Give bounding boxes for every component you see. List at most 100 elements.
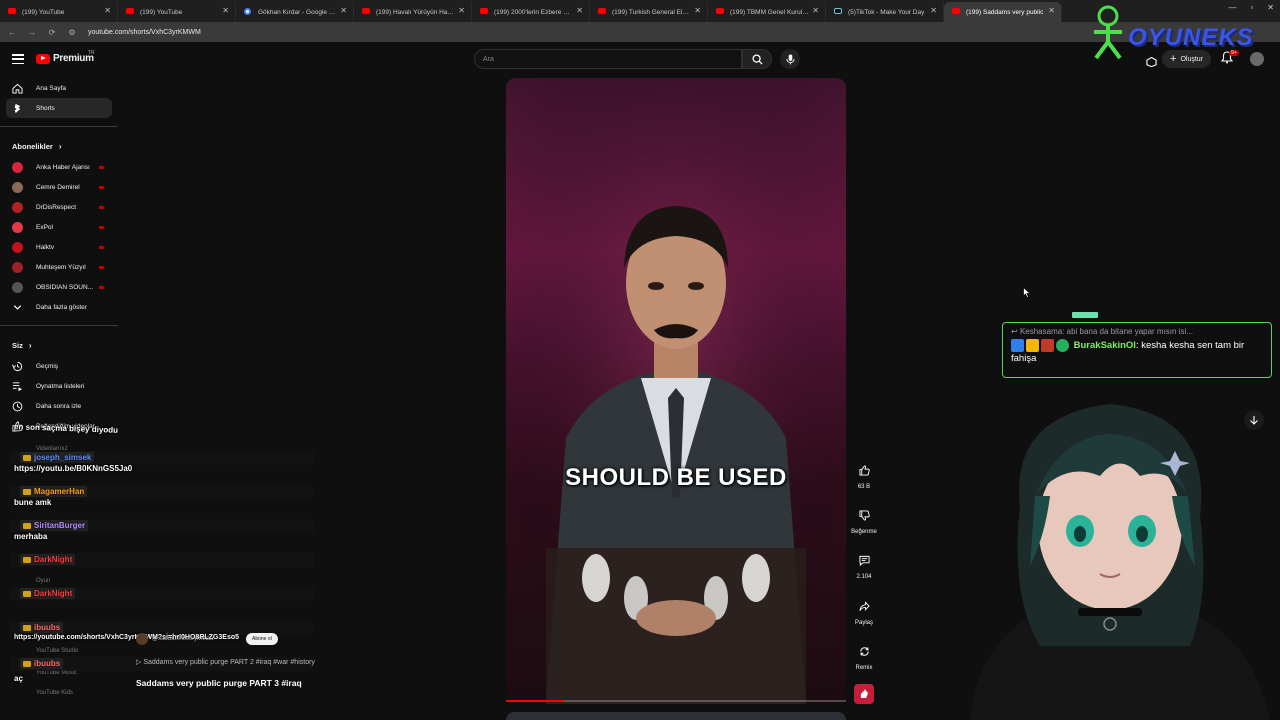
sidebar-item-home[interactable]: Ana Sayfa [0, 78, 118, 98]
chat-badge-icon [23, 489, 31, 495]
youtube-logo[interactable]: Premium TR [36, 50, 95, 64]
show-more-button[interactable]: Daha fazla göster [0, 297, 118, 317]
yt-favicon-icon [952, 8, 960, 14]
browser-tab[interactable]: (199) 2000'lerin Ezbere Bilinen ✕ [472, 2, 590, 22]
sidebar-item-history[interactable]: Geçmiş [0, 356, 118, 376]
back-icon[interactable]: ← [4, 24, 20, 40]
chevron-down-icon [13, 305, 22, 310]
share-button[interactable]: Paylaş [850, 595, 878, 626]
chat-message: https://youtu.be/B0KNnGS5Ja0 [14, 464, 133, 473]
watermark-text: OYUNEKS [1128, 24, 1254, 51]
chat-badge-icon [23, 661, 31, 667]
close-tab-icon[interactable]: ✕ [222, 6, 229, 15]
stream-chat-highlight: ↩ Keshasama: abi bana da bitane yapar mı… [1002, 322, 1272, 378]
subscription-item[interactable]: ExPol [0, 217, 118, 237]
chat-username-text: DarkNight [34, 589, 73, 598]
sidebar-item-playlist[interactable]: Oynatma listeleri [0, 376, 118, 396]
related-short-link[interactable]: ▷ Saddams very public purge PART 2 #iraq… [136, 658, 315, 666]
reload-icon[interactable]: ⟳ [44, 24, 60, 40]
share-icon [853, 595, 875, 617]
decorative-tag [1072, 312, 1098, 318]
short-title: Saddams very public purge PART 3 #iraq [136, 678, 302, 688]
subscription-item[interactable]: Cemre Demirel [0, 177, 118, 197]
subscription-item[interactable]: Muhteşem Yüzyıl [0, 257, 118, 277]
tab-title: (5)TikTok - Make Your Day [848, 8, 925, 16]
hamburger-menu-icon[interactable] [12, 54, 24, 64]
channel-line[interactable]: @saddamhistorymedia [136, 633, 213, 645]
sidebar-item-label: Oynatma listeleri [36, 382, 85, 390]
search-input[interactable]: Ara [474, 49, 742, 69]
next-short-preview[interactable] [506, 712, 846, 720]
subscribe-button[interactable]: Abone ol [246, 633, 278, 645]
tab-title: (199) Havalı Yürüyün Havalı, Ka [376, 8, 456, 16]
close-tab-icon[interactable]: ✕ [340, 6, 347, 15]
dislike-button[interactable]: Beğenme [850, 504, 878, 535]
shorts-icon [14, 103, 21, 114]
sidebar-ghost-text: YouTube Kids [36, 690, 73, 696]
subscriptions-header[interactable]: Abonelikler › [0, 135, 118, 157]
thumbs-up-icon [853, 459, 875, 481]
subscription-item[interactable]: DrDisRespect [0, 197, 118, 217]
sidebar-item-clock[interactable]: Daha sonra izle [0, 396, 118, 416]
yt-favicon-icon [8, 8, 16, 14]
close-tab-icon[interactable]: ✕ [694, 6, 701, 15]
sidebar-item-shorts[interactable]: Shorts [6, 98, 112, 118]
browser-tab[interactable]: (199) TBMM Genel Kurulu 2024✕ [708, 2, 826, 22]
subscription-item[interactable]: Halktv [0, 237, 118, 257]
subscription-label: Cemre Demirel [36, 183, 80, 191]
vtuber-avatar [970, 404, 1270, 720]
chat-username-text: ibuubs [34, 659, 61, 668]
tab-title: (199) YouTube [140, 8, 183, 16]
close-tab-icon[interactable]: ✕ [458, 6, 465, 15]
browser-tab[interactable]: (199) Turkish General Election ✕ [590, 2, 708, 22]
browser-tab[interactable]: (5)TikTok - Make Your Day ✕ [826, 2, 944, 22]
google-favicon-icon [244, 8, 251, 15]
show-more-label: Daha fazla göster [36, 303, 87, 311]
subscription-item[interactable]: OBSIDIAN SOUN... [0, 277, 118, 297]
subscription-item[interactable]: Anka Haber Ajansı [0, 157, 118, 177]
url-field[interactable]: youtube.com/shorts/VxhC3yrKMWM [88, 29, 201, 36]
live-indicator [99, 266, 104, 269]
comments-button[interactable]: 2.104 [850, 549, 878, 580]
short-video-player[interactable]: SHOULD BE USED [506, 78, 846, 704]
forward-icon[interactable]: → [24, 24, 40, 40]
you-header[interactable]: Siz › [0, 334, 118, 356]
browser-tab[interactable]: Gökhan Kırdar - Google Search✕ [236, 2, 354, 22]
channel-avatar [12, 262, 23, 273]
tab-title: (199) YouTube [22, 8, 65, 16]
chat-badge-icon [23, 455, 31, 461]
close-tab-icon[interactable]: ✕ [576, 6, 583, 15]
live-indicator [99, 226, 104, 229]
channel-avatar[interactable] [136, 633, 148, 645]
chat-message: merhaba [14, 532, 48, 541]
browser-tab[interactable]: (199) YouTube ✕ [0, 2, 118, 22]
site-info-icon[interactable]: ⚙ [64, 24, 80, 40]
tab-title: (199) 2000'lerin Ezbere Bilinen [494, 8, 574, 16]
remix-button[interactable]: Remix [850, 640, 878, 671]
channel-handle[interactable]: @saddamhistorymedia [152, 636, 213, 642]
sidebar-item-label: Shorts [36, 104, 55, 112]
like-button[interactable]: 63 B [850, 459, 878, 490]
search-button[interactable] [742, 49, 772, 69]
remix-label: Remix [855, 665, 873, 671]
close-tab-icon[interactable]: ✕ [1048, 6, 1055, 15]
channel-avatar [12, 282, 23, 293]
sound-thumbnail[interactable] [854, 684, 874, 704]
voice-search-button[interactable] [780, 49, 800, 69]
browser-tab[interactable]: (199) Havalı Yürüyün Havalı, Ka✕ [354, 2, 472, 22]
rooster-icon [860, 689, 868, 698]
clock-icon [12, 401, 23, 412]
yt-favicon-icon [362, 8, 370, 14]
chat-message: aç [14, 674, 23, 683]
comment-count: 2.104 [856, 574, 872, 580]
browser-tab[interactable]: (199) YouTube ✕ [118, 2, 236, 22]
browser-tab[interactable]: (199) Saddams very public ✕ [944, 2, 1062, 22]
close-tab-icon[interactable]: ✕ [930, 6, 937, 15]
yt-favicon-icon [716, 8, 724, 14]
close-tab-icon[interactable]: ✕ [104, 6, 111, 15]
video-progress-bar[interactable] [506, 700, 846, 702]
live-indicator [99, 206, 104, 209]
video-caption: SHOULD BE USED [565, 464, 787, 491]
chat-reply-context: ↩ Keshasama: abi bana da bitane yapar mı… [1011, 327, 1263, 336]
close-tab-icon[interactable]: ✕ [812, 6, 819, 15]
